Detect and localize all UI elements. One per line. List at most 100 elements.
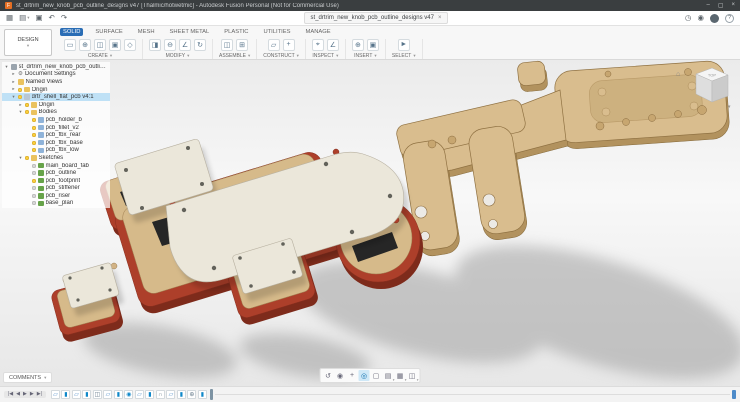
browser-row-pcb-holder-b[interactable]: pcb_holder_b: [2, 116, 110, 124]
viewport[interactable]: ▾st_drtrim_new_knob_pcb_outline v47▸⚙Doc…: [0, 60, 740, 386]
browser-row-document-settings[interactable]: ▸⚙Document Settings: [2, 71, 110, 79]
chamfer-icon[interactable]: ∠: [179, 39, 191, 51]
notifications-icon[interactable]: ◉: [697, 14, 704, 22]
viewcube[interactable]: ⌂ TOP ▾: [674, 64, 734, 110]
grid-snap-settings[interactable]: ▦▾: [395, 370, 406, 381]
visibility-bulb-icon[interactable]: [32, 118, 36, 122]
box-primitive-icon[interactable]: ▣: [109, 39, 121, 51]
ribbon-group-label-construct[interactable]: CONSTRUCT▾: [263, 53, 299, 59]
insert-mesh-icon[interactable]: ⊕: [352, 39, 364, 51]
job-status-icon[interactable]: ◷: [685, 14, 692, 22]
tab-plastic[interactable]: PLASTIC: [221, 28, 251, 36]
model-scene[interactable]: [0, 60, 740, 386]
browser-row-pcb-fbx-rear[interactable]: pcb_fbx_rear: [2, 131, 110, 139]
visibility-bulb-icon[interactable]: [32, 201, 36, 205]
visibility-bulb-icon[interactable]: [32, 126, 36, 130]
browser-row-pcb-riser[interactable]: pcb_riser: [2, 192, 110, 200]
go-to-end-button[interactable]: ▶|: [37, 392, 42, 397]
browser-row-st-drtrim-new-knob-pcb-outline-v47[interactable]: ▾st_drtrim_new_knob_pcb_outline v47: [2, 63, 110, 71]
browser-row-sketches[interactable]: ▾Sketches: [2, 154, 110, 162]
minimize-button[interactable]: –: [706, 2, 709, 9]
section-analysis-icon[interactable]: ∠: [327, 39, 339, 51]
timeline-feature-extrude[interactable]: ▮: [61, 390, 70, 399]
browser-row-pcb-fillet-v2[interactable]: pcb_fillet_v2: [2, 124, 110, 132]
timeline-feature-extrude[interactable]: ▮: [177, 390, 186, 399]
tab-manage[interactable]: MANAGE: [303, 28, 334, 36]
tab-sheet-metal[interactable]: SHEET METAL: [167, 28, 213, 36]
ribbon-group-label-create[interactable]: CREATE▾: [88, 53, 112, 59]
data-panel-toggle[interactable]: ▦: [6, 14, 13, 22]
step-back-button[interactable]: ◀: [16, 392, 20, 397]
expander-icon[interactable]: ▸: [11, 87, 16, 92]
viewports[interactable]: ◫▾: [407, 370, 418, 381]
timeline-feature-sketch[interactable]: ▱: [166, 390, 175, 399]
construction-axis-icon[interactable]: +: [283, 39, 295, 51]
visibility-bulb-icon[interactable]: [18, 95, 22, 99]
timeline-playhead[interactable]: [210, 389, 213, 400]
timeline-feature-extrude[interactable]: ▮: [198, 390, 207, 399]
expander-icon[interactable]: ▸: [18, 103, 23, 108]
comments-toggle[interactable]: COMMENTS ▾: [3, 372, 52, 383]
select-cursor-icon[interactable]: ►: [398, 39, 410, 51]
tab-utilities[interactable]: UTILITIES: [260, 28, 293, 36]
step-forward-button[interactable]: ▶: [30, 392, 34, 397]
joint-icon[interactable]: ⊞: [236, 39, 248, 51]
tab-mesh[interactable]: MESH: [135, 28, 158, 36]
browser-row-drtr-shell-flat-pcb-v4-1[interactable]: ▾drtr_shell_flat_pcb v4:1: [2, 93, 110, 101]
close-button[interactable]: ×: [731, 2, 735, 9]
browser-row-named-views[interactable]: ▸Named Views: [2, 78, 110, 86]
viewcube-menu[interactable]: ▾: [728, 104, 731, 110]
timeline-feature-combine[interactable]: ⊕: [187, 390, 196, 399]
timeline-feature-extrude[interactable]: ▮: [82, 390, 91, 399]
visibility-bulb-icon[interactable]: [32, 171, 36, 175]
browser-row-pcb-footprint[interactable]: pcb_footprint: [2, 177, 110, 185]
browser-row-main-board-fab[interactable]: main_board_fab: [2, 162, 110, 170]
press-pull-icon[interactable]: ◨: [149, 39, 161, 51]
viewcube-home-icon[interactable]: ⌂: [676, 71, 680, 78]
profile-avatar[interactable]: [710, 14, 719, 23]
save-button[interactable]: ▣: [35, 14, 42, 22]
visibility-bulb-icon[interactable]: [32, 148, 36, 152]
visibility-bulb-icon[interactable]: [32, 141, 36, 145]
timeline-feature-hole[interactable]: ◉: [124, 390, 133, 399]
timeline-feature-component[interactable]: ◫: [93, 390, 102, 399]
expander-icon[interactable]: ▸: [11, 72, 16, 77]
timeline-feature-sketch[interactable]: ▱: [103, 390, 112, 399]
pan-tool[interactable]: +: [347, 370, 358, 381]
extrude-icon[interactable]: ⊕: [79, 39, 91, 51]
expander-icon[interactable]: ▾: [18, 110, 23, 115]
construction-plane-icon[interactable]: ▱: [268, 39, 280, 51]
visibility-bulb-icon[interactable]: [25, 110, 29, 114]
visibility-bulb-icon[interactable]: [25, 103, 29, 107]
expander-icon[interactable]: ▾: [18, 156, 23, 161]
zoom-tool[interactable]: ◎: [359, 370, 370, 381]
timeline-feature-sketch[interactable]: ▱: [72, 390, 81, 399]
visibility-bulb-icon[interactable]: [32, 164, 36, 168]
display-settings[interactable]: ▤▾: [383, 370, 394, 381]
ribbon-group-label-insert[interactable]: INSERT▾: [354, 53, 377, 59]
undo-button[interactable]: ↶: [49, 14, 55, 22]
go-to-start-button[interactable]: |◀: [8, 392, 13, 397]
decal-icon[interactable]: ▣: [367, 39, 379, 51]
ribbon-group-label-modify[interactable]: MODIFY▾: [166, 53, 190, 59]
pattern-icon[interactable]: ↻: [194, 39, 206, 51]
visibility-bulb-icon[interactable]: [32, 194, 36, 198]
browser-row-pcb-fbx-low[interactable]: pcb_fbx_low: [2, 147, 110, 155]
create-sketch-icon[interactable]: ▭: [64, 39, 76, 51]
expander-icon[interactable]: ▸: [11, 80, 16, 85]
maximize-button[interactable]: ▢: [718, 2, 724, 9]
file-menu[interactable]: ▤▾: [19, 14, 29, 22]
revolve-icon[interactable]: ◫: [94, 39, 106, 51]
timeline-feature-sketch[interactable]: ▱: [135, 390, 144, 399]
ribbon-group-label-assemble[interactable]: ASSEMBLE▾: [219, 53, 250, 59]
browser-row-origin[interactable]: ▸Origin: [2, 101, 110, 109]
document-tab[interactable]: st_drtrim_new_knob_pcb_outline_designs v…: [304, 12, 449, 24]
look-at-tool[interactable]: ◉: [335, 370, 346, 381]
orbit-tool[interactable]: ↺: [323, 370, 334, 381]
close-tab-button[interactable]: ×: [438, 15, 442, 21]
shell-icon[interactable]: ⊖: [164, 39, 176, 51]
visibility-bulb-icon[interactable]: [32, 179, 36, 183]
new-component-icon[interactable]: ◫: [221, 39, 233, 51]
play-button[interactable]: ▶: [23, 392, 27, 397]
tab-solid[interactable]: SOLID: [60, 28, 83, 36]
